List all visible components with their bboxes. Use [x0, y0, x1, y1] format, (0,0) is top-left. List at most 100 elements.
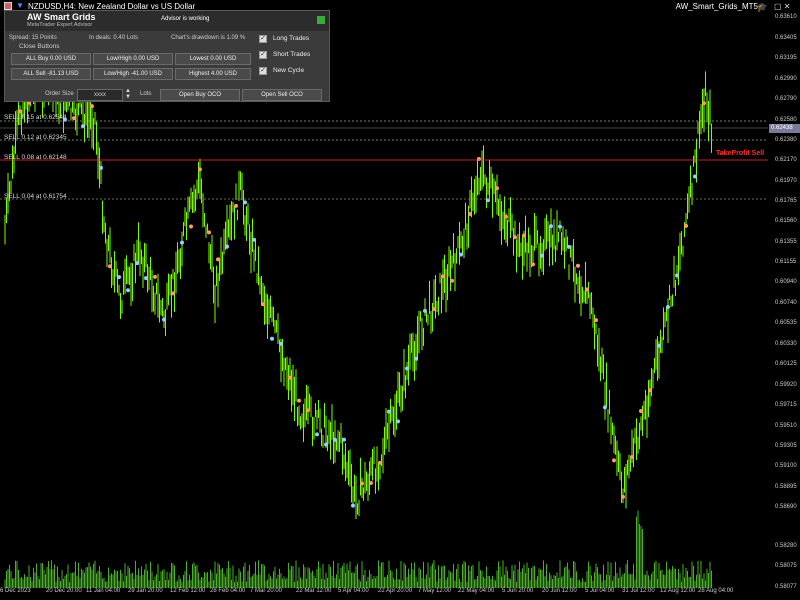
trade-marker: [342, 437, 346, 442]
time-axis-tick: 7 Mar 20:00: [250, 588, 283, 594]
price-axis-tick: 0.59100: [775, 463, 797, 469]
price-axis-tick: 0.63195: [775, 55, 797, 61]
take-profit-sell-label: TakeProfit Sell: [716, 150, 765, 157]
trade-marker: [630, 454, 634, 459]
close-all-sell-button[interactable]: ALL Sell -81.13 USD: [11, 68, 91, 80]
long-trades-label: Long Trades: [273, 35, 310, 42]
time-axis-tick: 20 Dec 20:00: [46, 588, 82, 594]
trade-marker: [540, 253, 544, 258]
order-size-stepper[interactable]: ▲ ▼: [125, 88, 131, 100]
trade-marker: [99, 165, 103, 170]
trade-marker: [387, 409, 391, 414]
time-axis-tick: 29 Jan 20:00: [128, 588, 163, 594]
trade-marker: [144, 276, 148, 281]
trade-marker: [603, 405, 607, 410]
trade-marker: [360, 481, 364, 486]
price-axis-tick: 0.60740: [775, 300, 797, 306]
in-deals-text: In deals: 0.40 Lots: [89, 35, 139, 41]
price-axis-tick: 0.61560: [775, 218, 797, 224]
minimize-panel-button[interactable]: [317, 16, 325, 24]
time-axis-tick: 5 Apr 04:00: [338, 588, 369, 594]
trade-marker: [612, 458, 616, 463]
long-trades-checkbox[interactable]: ✓: [259, 35, 267, 43]
panel-title: AW Smart Grids: [27, 12, 96, 22]
trade-marker: [405, 366, 409, 371]
trade-marker: [117, 275, 121, 280]
open-sell-oco-button[interactable]: Open Sell OCO: [242, 89, 322, 101]
trade-marker: [18, 109, 22, 114]
trade-marker: [162, 317, 166, 322]
close-low-high-sell-button[interactable]: Low/High -41.00 USD: [93, 68, 173, 80]
price-axis-tick: 0.60125: [775, 361, 797, 367]
price-axis-tick: 0.61765: [775, 198, 797, 204]
order-size-input[interactable]: xxxx: [77, 89, 123, 101]
short-trades-checkbox[interactable]: ✓: [259, 51, 267, 59]
current-price-tag: 0.62438: [769, 124, 800, 133]
trade-marker: [288, 375, 292, 380]
trade-marker: [180, 240, 184, 245]
new-cycle-checkbox[interactable]: ✓: [259, 67, 267, 75]
trade-marker: [297, 398, 301, 403]
trade-marker: [315, 432, 319, 437]
ea-status-icon: ▼: [16, 1, 24, 10]
trade-marker: [396, 419, 400, 424]
trade-marker: [666, 305, 670, 310]
close-highest-button[interactable]: Highest 4.00 USD: [175, 68, 251, 80]
time-axis-tick: 28 Aug 04:00: [698, 588, 734, 594]
time-axis-tick: 7 May 12:00: [418, 588, 452, 594]
trade-marker: [72, 116, 76, 121]
trade-marker: [126, 288, 130, 293]
trade-marker: [432, 307, 436, 312]
time-axis-tick: 22 Mar 12:00: [296, 588, 332, 594]
trade-marker: [234, 203, 238, 208]
time-axis-tick: 31 Jul 12:00: [622, 588, 655, 594]
trade-marker: [225, 244, 229, 249]
trade-marker: [414, 356, 418, 361]
lots-label: Lots: [140, 91, 152, 97]
trade-marker: [81, 124, 85, 129]
trade-marker: [567, 244, 571, 249]
trade-marker: [243, 200, 247, 205]
trade-marker: [693, 174, 697, 179]
trade-marker: [333, 437, 337, 442]
trade-marker: [207, 230, 211, 235]
trade-marker: [252, 237, 256, 242]
order-size-label: Order Size: [45, 91, 74, 97]
price-axis-tick: 0.63610: [775, 14, 797, 20]
trade-marker: [153, 274, 157, 279]
trade-marker: [558, 224, 562, 229]
short-trades-label: Short Trades: [273, 51, 311, 58]
chart-window-icon: ▦: [4, 1, 12, 10]
trade-marker: [531, 262, 535, 267]
trade-marker: [657, 343, 661, 348]
advisor-status: Advisor is working: [161, 16, 210, 22]
trade-marker: [513, 235, 517, 240]
trade-marker: [504, 214, 508, 219]
trade-marker: [351, 503, 355, 508]
open-buy-oco-button[interactable]: Open Buy OCO: [160, 89, 240, 101]
time-axis-tick: 11 Jan 04:00: [86, 588, 121, 594]
window-controls[interactable]: ▢ ✕: [774, 2, 796, 12]
price-axis-tick: 0.61970: [775, 178, 797, 184]
price-axis-tick: 0.59920: [775, 382, 797, 388]
trade-marker: [135, 261, 139, 266]
close-low-high-buy-button[interactable]: Low/High 0.00 USD: [93, 53, 173, 65]
price-axis-tick: 0.59510: [775, 423, 797, 429]
time-axis-tick: 12 Aug 12:00: [660, 588, 696, 594]
price-axis-tick: 0.61355: [775, 239, 797, 245]
trade-marker: [459, 252, 463, 257]
trade-marker: [585, 287, 589, 292]
trade-marker: [702, 101, 706, 106]
price-axis-tick: 0.60940: [775, 279, 797, 285]
time-axis-tick: 28 Feb 04:00: [210, 588, 246, 594]
time-axis-tick: 22 May 04:00: [458, 588, 495, 594]
panel-header: AW Smart Grids MetaTrader Expert Advisor…: [5, 11, 329, 31]
close-lowest-button[interactable]: Lowest 0.00 USD: [175, 53, 251, 65]
close-all-buy-button[interactable]: ALL Buy 0.00 USD: [11, 53, 91, 65]
trade-marker: [216, 257, 220, 262]
time-axis-tick: 5 Jul 04:00: [585, 588, 615, 594]
trade-marker: [324, 442, 328, 447]
price-axis-tick: 0.62580: [775, 117, 797, 123]
time-axis-tick: 6 Dec 2023: [0, 588, 31, 594]
price-axis-tick: 0.62380: [775, 137, 797, 143]
